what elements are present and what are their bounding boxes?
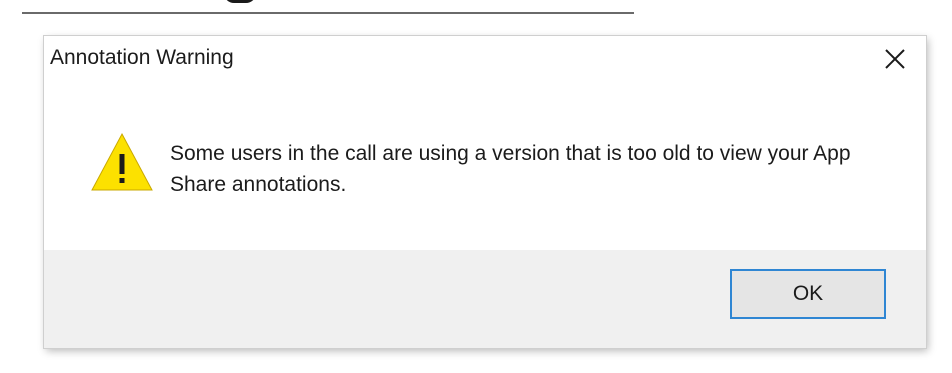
dialog-title: Annotation Warning [50, 46, 234, 69]
warning-message: Some users in the call are using a versi… [170, 142, 851, 196]
ok-button[interactable]: OK [730, 269, 886, 319]
close-icon [885, 49, 905, 69]
background-text-fragment [218, 0, 278, 4]
annotation-warning-dialog: Annotation Warning Some users in the cal… [44, 36, 926, 348]
dialog-titlebar: Annotation Warning [44, 36, 926, 82]
dialog-content: Some users in the call are using a versi… [44, 82, 926, 250]
warning-icon [91, 132, 153, 191]
screen: Annotation Warning Some users in the cal… [0, 0, 952, 373]
background-glyph [224, 0, 256, 3]
dialog-button-bar: OK [44, 250, 926, 348]
background-underline [22, 12, 634, 14]
close-button[interactable] [880, 44, 910, 74]
